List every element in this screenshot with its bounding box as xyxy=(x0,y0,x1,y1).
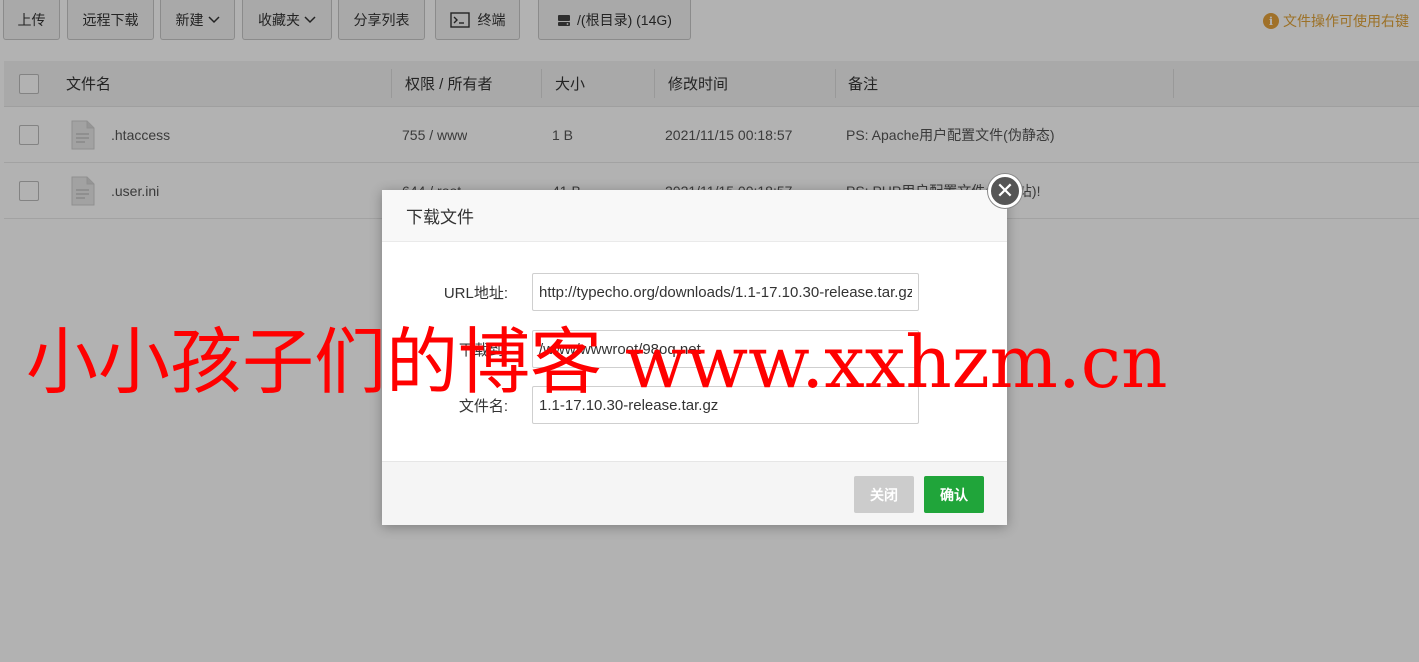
close-icon[interactable]: ✕ xyxy=(988,174,1022,208)
dialog-title: 下载文件 xyxy=(406,208,474,227)
watermark: 小小孩子们的博客 www.xxhzm.cn xyxy=(26,320,1168,404)
url-row: URL地址: xyxy=(382,273,1007,311)
url-input[interactable] xyxy=(532,273,919,311)
dialog-footer: 关闭 确认 xyxy=(382,461,1007,525)
dialog-header: 下载文件 xyxy=(382,190,1007,242)
close-button[interactable]: 关闭 xyxy=(854,476,914,513)
url-label: URL地址: xyxy=(443,284,508,302)
confirm-button[interactable]: 确认 xyxy=(924,476,984,513)
